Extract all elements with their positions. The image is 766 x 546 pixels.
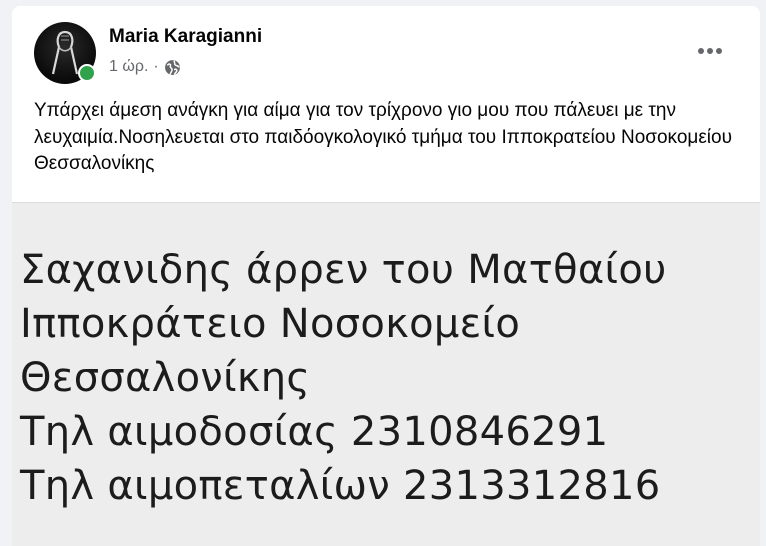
post-image[interactable]: Σαχανιδης άρρεν του Ματθαίου Ιπποκράτειο…	[12, 202, 760, 546]
more-options-button[interactable]	[692, 33, 728, 69]
post-header: Maria Karagianni 1 ώρ. ·	[12, 6, 760, 86]
online-status-indicator	[78, 64, 96, 82]
image-text-line: Σαχανιδης άρρεν του Ματθαίου	[20, 247, 667, 293]
image-text-line: Τηλ αιμοπεταλίων 2313312816	[20, 463, 661, 509]
author-name[interactable]: Maria Karagianni	[109, 26, 262, 48]
meta-separator: ·	[153, 58, 159, 75]
post-text: Υπάρχει άμεση ανάγκη για αίμα για τον τρ…	[34, 100, 732, 174]
post-card: Maria Karagianni 1 ώρ. · Υπάρχει άμεση α…	[12, 6, 760, 546]
image-text-line: Θεσσαλονίκης	[20, 355, 311, 401]
image-text-block: Σαχανιδης άρρεν του Ματθαίου Ιπποκράτειο…	[20, 243, 755, 513]
post-timestamp[interactable]: 1 ώρ.	[109, 58, 148, 76]
more-horizontal-icon	[698, 48, 722, 54]
image-text-line: Τηλ αιμοδοσίας 2310846291	[20, 409, 609, 455]
globe-icon[interactable]	[164, 59, 181, 76]
post-meta: 1 ώρ. ·	[109, 58, 181, 76]
image-text-line: Ιπποκράτειο Νοσοκομείο	[20, 301, 521, 347]
